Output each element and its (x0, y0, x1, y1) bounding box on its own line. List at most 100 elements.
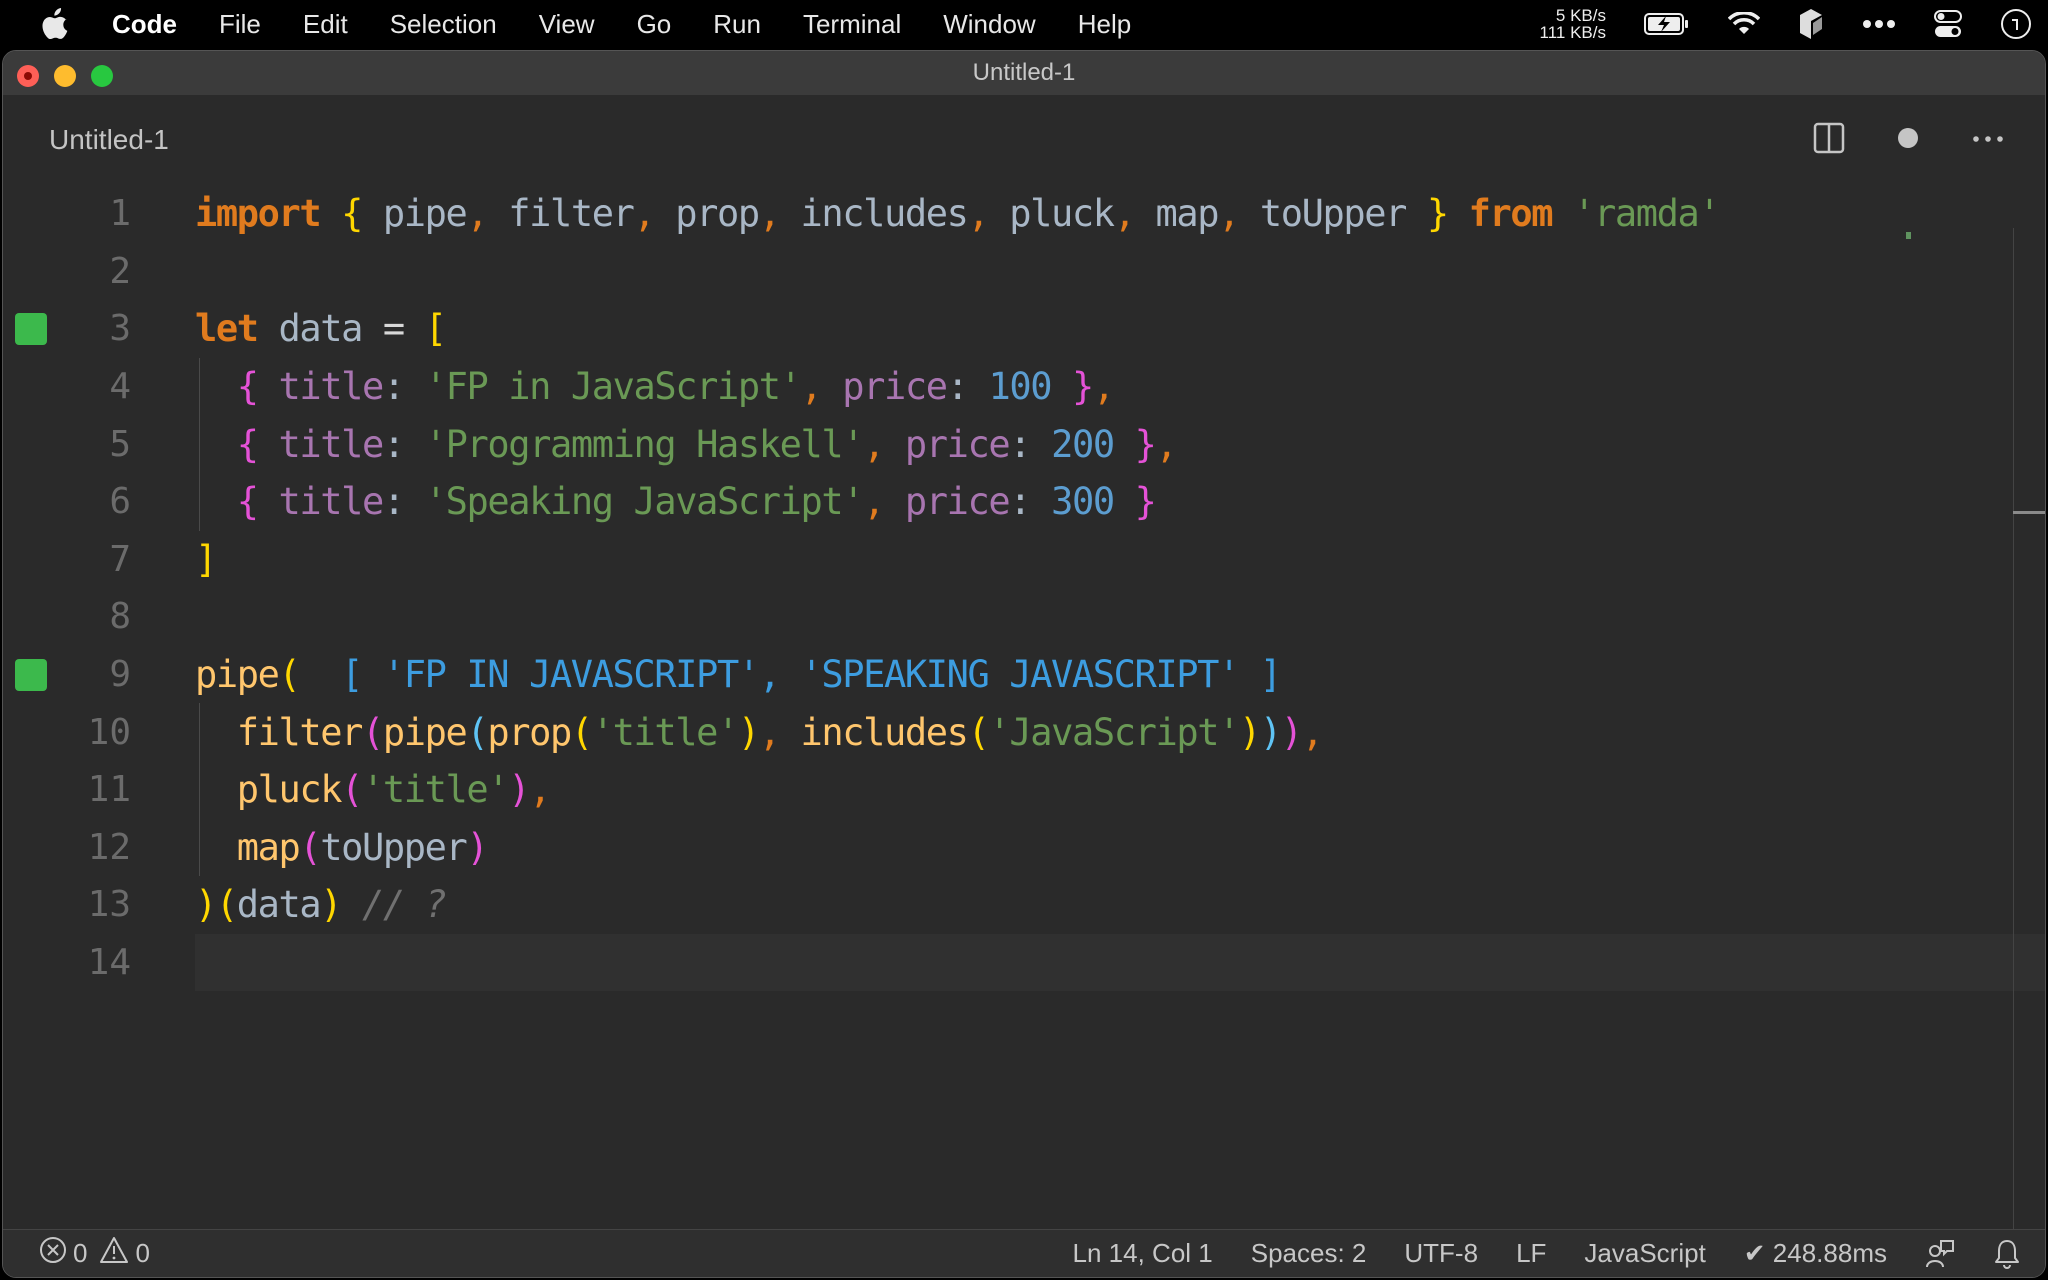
menu-go[interactable]: Go (637, 9, 672, 40)
code-token: ) (1280, 710, 1303, 754)
more-actions-icon[interactable] (1971, 131, 2005, 149)
wifi-icon[interactable] (1728, 12, 1760, 36)
code-token: : (1009, 422, 1031, 466)
code-token: ( (967, 710, 990, 754)
encoding[interactable]: UTF-8 (1404, 1238, 1478, 1269)
app-status-icon[interactable] (1798, 9, 1824, 39)
code-token: { (341, 192, 363, 236)
minimap-change-marker (1906, 232, 1911, 239)
menu-window[interactable]: Window (943, 9, 1035, 40)
code-token: 'Programming Haskell' (424, 422, 865, 466)
code-token: : (382, 422, 405, 466)
code-line[interactable]: 7] (3, 531, 2045, 589)
code-token: includes (779, 192, 969, 236)
code-token: , (466, 192, 488, 236)
notifications-bell-icon[interactable] (1993, 1239, 2021, 1269)
code-editor[interactable]: 1 import { pipe, filter, prop, includes, … (3, 185, 2045, 1277)
problems-indicator[interactable]: 0 0 (39, 1236, 150, 1271)
status-bar-right: Ln 14, Col 1 Spaces: 2 UTF-8 LF JavaScri… (1073, 1230, 2045, 1278)
code-line[interactable]: 14 (3, 934, 2045, 992)
split-editor-icon[interactable] (1813, 122, 1845, 159)
network-monitor[interactable]: 5 KB/s 111 KB/s (1540, 7, 1606, 41)
code-line[interactable]: 3 let data = [ (3, 300, 2045, 358)
code-line[interactable]: 2 (3, 243, 2045, 301)
close-icon (24, 72, 32, 80)
quokka-timing[interactable]: ✔ 248.88ms (1744, 1238, 1887, 1269)
code-token: pipe (195, 653, 280, 697)
warning-count: 0 (135, 1238, 150, 1268)
line-code: filter(pipe(prop('title'), includes('Jav… (195, 710, 1324, 754)
battery-charging-icon[interactable] (1644, 12, 1690, 36)
code-token: title (278, 422, 385, 466)
code-token: ( (362, 710, 384, 754)
line-number: 14 (87, 942, 131, 984)
code-token: , (1092, 365, 1115, 409)
code-token: filter (487, 192, 635, 236)
unsaved-dot-icon[interactable] (1893, 123, 1923, 158)
language-mode[interactable]: JavaScript (1584, 1238, 1705, 1269)
code-token: pipe (382, 710, 468, 754)
line-number: 5 (109, 423, 131, 465)
control-center-icon[interactable] (1934, 10, 1962, 38)
menu-run[interactable]: Run (713, 9, 761, 40)
more-icon[interactable] (1862, 19, 1896, 29)
code-token: , (1301, 710, 1324, 754)
zoom-window-button[interactable] (91, 65, 113, 87)
code-line[interactable]: 4 { title: 'FP in JavaScript', price: 10… (3, 358, 2045, 416)
end-of-line[interactable]: LF (1516, 1238, 1546, 1269)
minimize-window-button[interactable] (54, 65, 76, 87)
code-line[interactable]: 10 filter(pipe(prop('title'), includes('… (3, 703, 2045, 761)
feedback-icon[interactable] (1925, 1239, 1955, 1269)
close-window-button[interactable] (17, 65, 39, 87)
menu-bar: Code File Edit Selection View Go Run Ter… (0, 0, 2048, 48)
code-token: 'title' (591, 710, 740, 754)
code-line[interactable]: 13)(data) // ? (3, 876, 2045, 934)
line-code: map(toUpper) (195, 826, 489, 869)
code-token: [ (424, 307, 447, 351)
network-upload-rate: 5 KB/s (1555, 6, 1606, 25)
line-code: let data = [ (195, 307, 447, 351)
code-line[interactable]: 1 import { pipe, filter, prop, includes, … (3, 185, 2045, 243)
tab-untitled-1[interactable]: Untitled-1 (49, 124, 169, 156)
code-token: prop (487, 710, 572, 754)
code-line[interactable]: 12 map(toUpper) (3, 819, 2045, 877)
menu-app-code[interactable]: Code (112, 9, 177, 40)
code-token: ) (508, 768, 530, 812)
line-number: 13 (87, 884, 131, 926)
menu-edit[interactable]: Edit (303, 9, 348, 40)
code-token: : (1009, 480, 1031, 524)
line-number: 4 (109, 366, 131, 408)
indentation[interactable]: Spaces: 2 (1251, 1238, 1367, 1269)
code-token: , (800, 365, 823, 409)
menu-view[interactable]: View (539, 9, 595, 40)
cursor-position[interactable]: Ln 14, Col 1 (1073, 1238, 1213, 1269)
menu-terminal[interactable]: Terminal (803, 9, 901, 40)
menu-bar-status: 5 KB/s 111 KB/s (1540, 0, 2048, 48)
code-line[interactable]: 9 pipe( [ 'FP IN JAVASCRIPT', 'SPEAKING J… (3, 646, 2045, 704)
code-line[interactable]: 8 (3, 588, 2045, 646)
code-line[interactable]: 5 { title: 'Programming Haskell', price:… (3, 415, 2045, 473)
code-line[interactable]: 6 { title: 'Speaking JavaScript', price:… (3, 473, 2045, 531)
code-token: map (1134, 192, 1219, 236)
apple-icon[interactable] (42, 8, 74, 40)
code-line[interactable]: 11 pluck('title'), (3, 761, 2045, 819)
code-token: } (1134, 480, 1157, 524)
window-title: Untitled-1 (972, 59, 1076, 86)
code-token: price (842, 365, 948, 409)
code-token: , (1218, 192, 1240, 236)
code-token: ) (1238, 710, 1261, 754)
menu-selection[interactable]: Selection (390, 9, 497, 40)
overview-ruler-scrollbar[interactable] (2013, 228, 2045, 1277)
menu-file[interactable]: File (219, 9, 261, 40)
clock-icon[interactable] (2000, 8, 2032, 40)
menu-help[interactable]: Help (1078, 9, 1131, 40)
cursor-position-marker (2013, 511, 2045, 514)
